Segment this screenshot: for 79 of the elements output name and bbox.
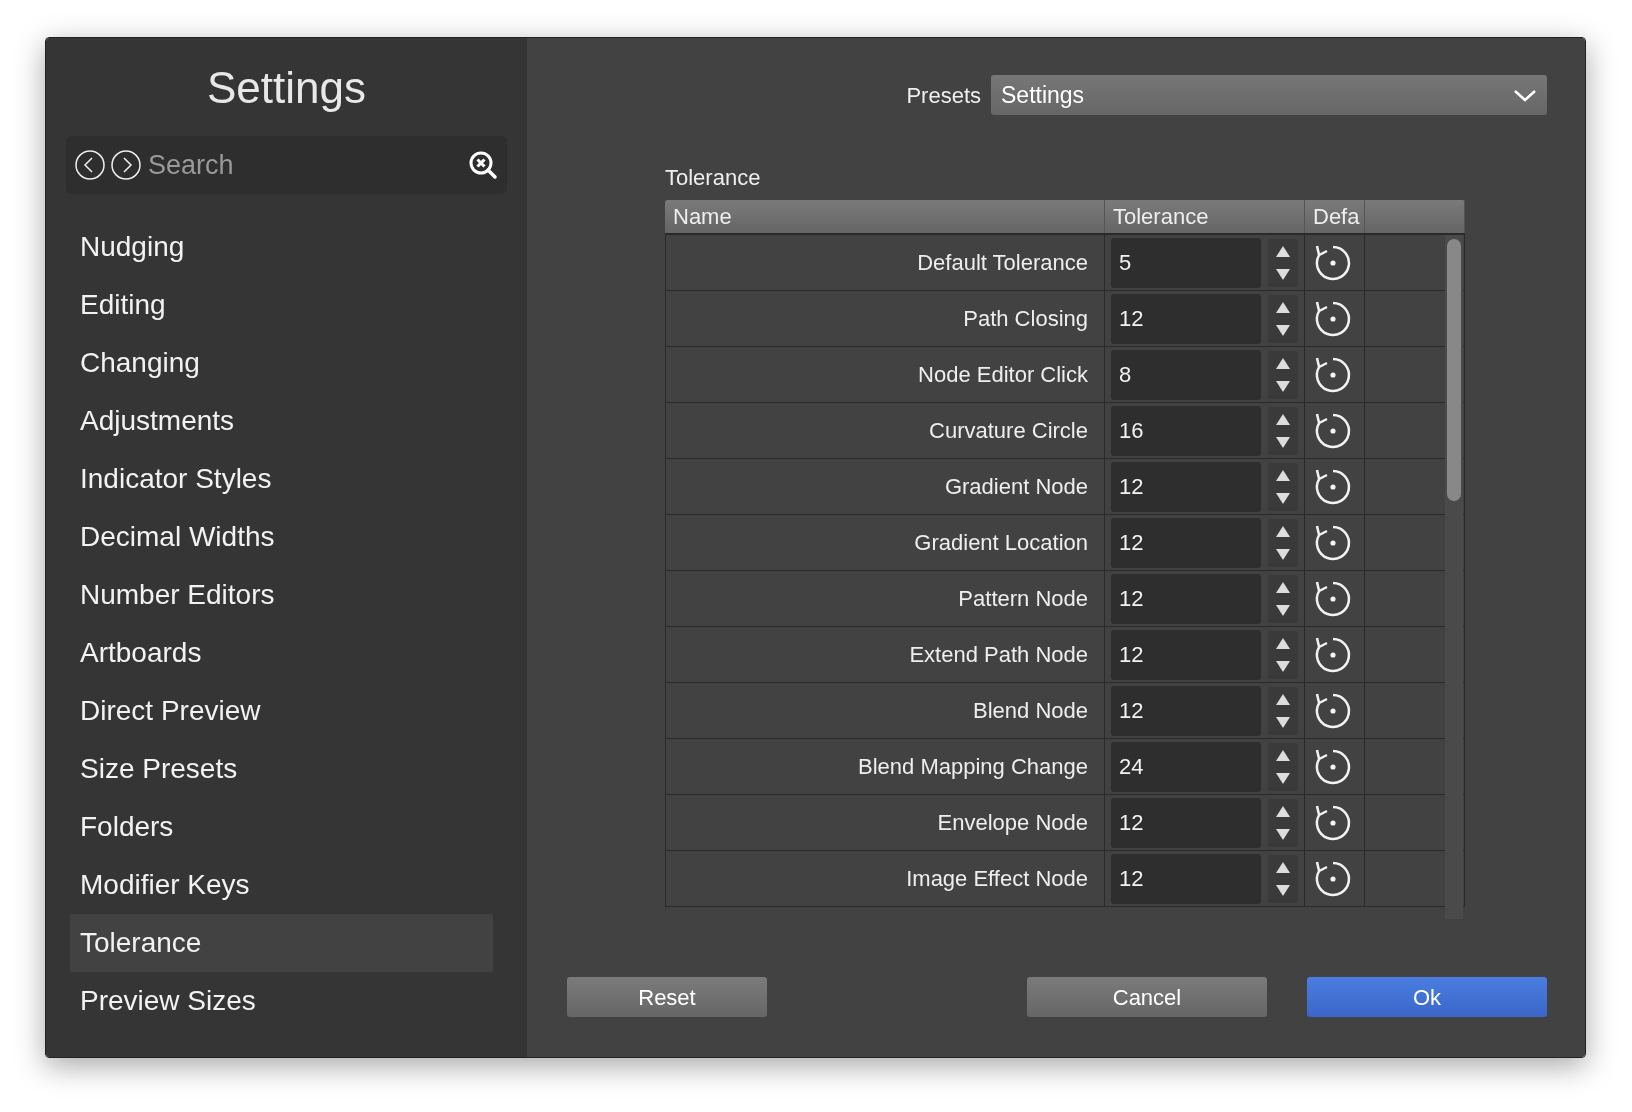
stepper[interactable] <box>1268 406 1298 455</box>
number-field[interactable]: 16 <box>1111 405 1261 456</box>
stepper[interactable] <box>1268 854 1298 903</box>
sidebar-item[interactable]: Decimal Widths <box>70 508 493 567</box>
number-field[interactable]: 8 <box>1111 349 1261 400</box>
sidebar-item[interactable]: Preview Sizes <box>70 972 493 1031</box>
step-down-icon[interactable] <box>1274 267 1292 282</box>
stepper[interactable] <box>1268 630 1298 679</box>
sidebar-item[interactable]: Direct Preview <box>70 682 493 741</box>
step-down-icon[interactable] <box>1274 771 1292 786</box>
number-field[interactable]: 12 <box>1111 573 1261 624</box>
step-down-icon[interactable] <box>1274 379 1292 394</box>
step-down-icon[interactable] <box>1274 435 1292 450</box>
stepper[interactable] <box>1268 742 1298 791</box>
sidebar-item[interactable]: Artboards <box>70 624 493 683</box>
stepper[interactable] <box>1268 350 1298 399</box>
number-field[interactable]: 24 <box>1111 741 1261 792</box>
number-field[interactable]: 12 <box>1111 517 1261 568</box>
dialog-button[interactable]: Cancel <box>1027 977 1267 1017</box>
row-label: Curvature Circle <box>929 417 1088 445</box>
row-label: Blend Node <box>973 697 1088 725</box>
stepper[interactable] <box>1268 798 1298 847</box>
step-down-icon[interactable] <box>1274 659 1292 674</box>
step-down-icon[interactable] <box>1274 491 1292 506</box>
sidebar-item[interactable]: Nudging <box>70 218 493 277</box>
column-header[interactable]: Name <box>673 200 732 233</box>
row-label: Path Closing <box>963 305 1088 333</box>
row-label: Pattern Node <box>958 585 1088 613</box>
number-field[interactable]: 12 <box>1111 797 1261 848</box>
sidebar-item[interactable]: Editing <box>70 276 493 335</box>
sidebar-item[interactable]: Adjustments <box>70 392 493 451</box>
row-label: Gradient Node <box>944 473 1088 501</box>
clear-search-icon[interactable] <box>467 149 499 182</box>
stepper[interactable] <box>1268 294 1298 343</box>
stepper[interactable] <box>1268 574 1298 623</box>
number-field[interactable]: 5 <box>1111 237 1261 288</box>
row-label: Blend Mapping Change <box>858 753 1088 781</box>
table-title: Tolerance <box>665 164 762 192</box>
sidebar-item[interactable]: Indicator Styles <box>70 450 493 509</box>
presets-dropdown[interactable]: Settings <box>991 75 1547 115</box>
stepper[interactable] <box>1268 686 1298 735</box>
sidebar-title: Settings <box>206 64 367 113</box>
sidebar-item[interactable]: Modifier Keys <box>70 856 493 915</box>
column-header[interactable]: Defa <box>1313 200 1360 233</box>
number-field[interactable]: 12 <box>1111 293 1261 344</box>
scrollbar-thumb[interactable] <box>1447 239 1461 501</box>
sidebar-item[interactable]: Tolerance <box>70 914 493 973</box>
forward-icon[interactable] <box>110 149 142 182</box>
step-down-icon[interactable] <box>1274 323 1292 338</box>
sidebar-item[interactable]: Folders <box>70 798 493 857</box>
row-label: Node Editor Click <box>918 361 1088 389</box>
sidebar-item[interactable]: Number Editors <box>70 566 493 625</box>
presets-label: Presets <box>906 81 981 110</box>
number-field[interactable]: 12 <box>1111 853 1261 904</box>
stepper[interactable] <box>1268 462 1298 511</box>
step-down-icon[interactable] <box>1274 827 1292 842</box>
chevron-down-icon <box>1513 87 1537 103</box>
dialog-button[interactable]: Reset <box>567 977 767 1017</box>
sidebar-item[interactable]: Size Presets <box>70 740 493 799</box>
dialog-button[interactable]: Ok <box>1307 977 1547 1017</box>
number-field[interactable]: 12 <box>1111 629 1261 680</box>
step-down-icon[interactable] <box>1274 603 1292 618</box>
stepper[interactable] <box>1268 238 1298 287</box>
step-down-icon[interactable] <box>1274 715 1292 730</box>
step-down-icon[interactable] <box>1274 883 1292 898</box>
row-label: Image Effect Node <box>906 865 1088 893</box>
number-field[interactable]: 12 <box>1111 461 1261 512</box>
search-bar[interactable]: Search <box>66 136 507 195</box>
search-field[interactable]: Search <box>146 144 463 187</box>
step-down-icon[interactable] <box>1274 547 1292 562</box>
sidebar-item[interactable]: Changing <box>70 334 493 393</box>
row-label: Default Tolerance <box>917 249 1088 277</box>
column-header[interactable]: Tolerance <box>1113 200 1209 233</box>
row-label: Envelope Node <box>937 809 1088 837</box>
stepper[interactable] <box>1268 518 1298 567</box>
row-label: Extend Path Node <box>909 641 1088 669</box>
back-icon[interactable] <box>74 149 106 182</box>
row-label: Gradient Location <box>914 529 1088 557</box>
number-field[interactable]: 12 <box>1111 685 1261 736</box>
